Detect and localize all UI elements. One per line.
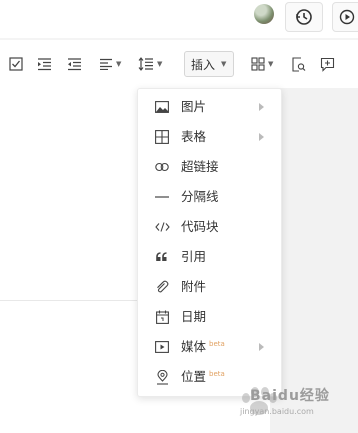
code-icon bbox=[154, 219, 170, 235]
menu-item-label: 超链接 bbox=[181, 159, 219, 174]
location-icon bbox=[154, 369, 170, 385]
preview-button[interactable] bbox=[332, 2, 358, 32]
image-icon bbox=[154, 99, 170, 115]
menu-item-label: 分隔线 bbox=[181, 189, 219, 204]
indent-button[interactable] bbox=[37, 54, 52, 74]
media-icon bbox=[154, 339, 170, 355]
menu-item-date[interactable]: 日期 bbox=[138, 302, 281, 332]
paperclip-icon bbox=[154, 279, 170, 295]
menu-item-label: 附件 bbox=[181, 279, 207, 294]
menu-item-code-block[interactable]: 代码块 bbox=[138, 212, 281, 242]
insert-dropdown-button[interactable]: 插入 ▼ bbox=[184, 51, 234, 77]
grid-icon bbox=[251, 57, 265, 71]
chevron-down-icon: ▼ bbox=[157, 60, 163, 68]
find-replace-button[interactable] bbox=[291, 54, 306, 74]
comment-plus-icon bbox=[320, 57, 335, 72]
menu-item-label: 表格 bbox=[181, 129, 207, 144]
table-icon bbox=[154, 129, 170, 145]
menu-item-label: 代码块 bbox=[181, 219, 219, 234]
menu-item-label: 位置 beta bbox=[181, 369, 225, 384]
divider-line bbox=[0, 300, 160, 301]
chevron-down-icon: ▼ bbox=[221, 60, 227, 68]
menu-item-media[interactable]: 媒体 beta bbox=[138, 332, 281, 362]
beta-badge: beta bbox=[209, 340, 225, 348]
menu-item-label: 日期 bbox=[181, 309, 207, 324]
watermark-url: jingyan.baidu.com bbox=[240, 407, 314, 416]
history-icon bbox=[296, 9, 312, 25]
user-avatar[interactable] bbox=[254, 4, 274, 24]
document-search-icon bbox=[292, 56, 306, 72]
chevron-right-icon bbox=[259, 103, 264, 111]
chevron-down-icon: ▼ bbox=[116, 60, 122, 68]
menu-item-label: 引用 bbox=[181, 249, 207, 264]
checklist-button[interactable] bbox=[9, 54, 23, 74]
layout-dropdown[interactable]: ▼ bbox=[251, 54, 273, 74]
align-dropdown[interactable]: ▼ bbox=[99, 54, 121, 74]
watermark-brand: Baidu经验 bbox=[250, 388, 330, 404]
beta-badge: beta bbox=[209, 370, 225, 378]
insert-menu: 图片 表格 超链接 分隔线 代码块 引用 附件 日期 媒体 beta 位置 be… bbox=[137, 88, 282, 397]
menu-item-label: 媒体 beta bbox=[181, 339, 225, 354]
menu-item-label: 图片 bbox=[181, 99, 207, 114]
outdent-icon bbox=[68, 58, 81, 71]
calendar-icon bbox=[154, 309, 170, 325]
checkbox-icon bbox=[9, 57, 23, 71]
line-height-dropdown[interactable]: ▼ bbox=[138, 54, 162, 74]
comment-button[interactable] bbox=[320, 54, 335, 74]
insert-label: 插入 bbox=[191, 57, 216, 72]
outdent-button[interactable] bbox=[67, 54, 82, 74]
divider-icon bbox=[154, 189, 170, 205]
link-icon bbox=[154, 159, 170, 175]
align-left-icon bbox=[100, 58, 112, 70]
history-button[interactable] bbox=[285, 2, 323, 32]
play-icon bbox=[339, 9, 355, 25]
indent-icon bbox=[38, 58, 51, 71]
menu-item-attachment[interactable]: 附件 bbox=[138, 272, 281, 302]
chevron-right-icon bbox=[259, 133, 264, 141]
menu-item-divider[interactable]: 分隔线 bbox=[138, 182, 281, 212]
line-height-icon bbox=[138, 57, 153, 71]
chevron-right-icon bbox=[259, 343, 264, 351]
menu-item-image[interactable]: 图片 bbox=[138, 92, 281, 122]
menu-item-table[interactable]: 表格 bbox=[138, 122, 281, 152]
menu-item-quote[interactable]: 引用 bbox=[138, 242, 281, 272]
quote-icon bbox=[154, 249, 170, 265]
chevron-down-icon: ▼ bbox=[268, 60, 274, 68]
menu-item-hyperlink[interactable]: 超链接 bbox=[138, 152, 281, 182]
